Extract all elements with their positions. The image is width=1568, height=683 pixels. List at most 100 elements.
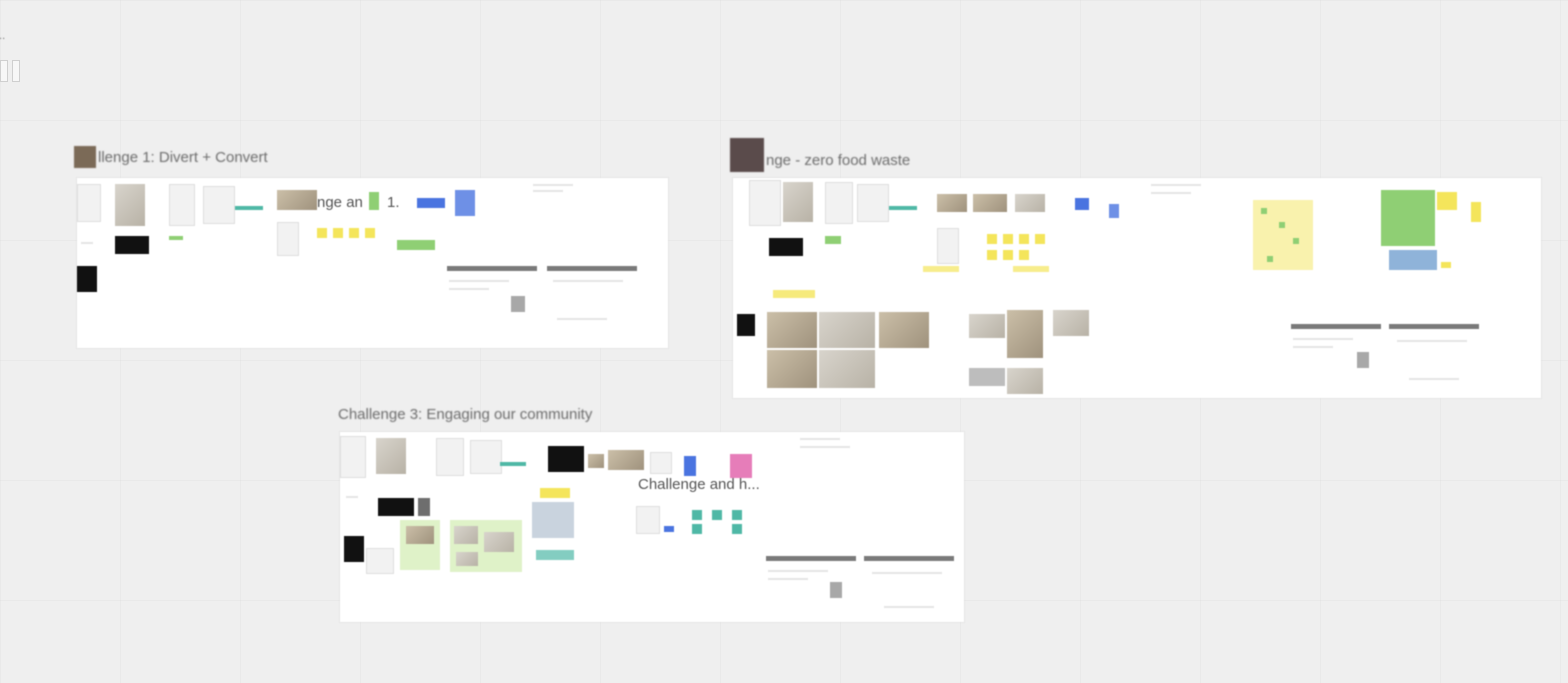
image-card[interactable] xyxy=(115,236,149,254)
note-card[interactable] xyxy=(1389,250,1437,270)
sticky-note[interactable] xyxy=(825,236,841,244)
sticky-note[interactable] xyxy=(1293,238,1299,244)
image-card[interactable] xyxy=(454,526,478,544)
sticky-note[interactable] xyxy=(987,250,997,260)
document-card[interactable] xyxy=(650,452,672,474)
image-card[interactable] xyxy=(344,536,364,562)
image-card[interactable] xyxy=(937,194,967,212)
document-card[interactable] xyxy=(169,184,195,226)
shape-group[interactable] xyxy=(730,454,752,478)
sticky-note[interactable] xyxy=(317,228,327,238)
frame-title-challenge-3[interactable]: Challenge 3: Engaging our community xyxy=(338,406,592,423)
image-card[interactable] xyxy=(783,182,813,222)
sticky-note[interactable] xyxy=(1261,208,1267,214)
frame-title-challenge-2[interactable]: nge - zero food waste xyxy=(730,138,910,172)
image-card[interactable] xyxy=(969,314,1005,338)
note-card[interactable] xyxy=(532,502,574,538)
sticky-note[interactable] xyxy=(365,228,375,238)
document-card[interactable] xyxy=(436,438,464,476)
shape-group[interactable] xyxy=(455,190,475,216)
shape-group[interactable] xyxy=(1109,204,1119,218)
sticky-note[interactable] xyxy=(1441,262,1451,268)
document-card[interactable] xyxy=(366,548,394,574)
document-card[interactable] xyxy=(340,436,366,478)
text-block xyxy=(533,190,563,192)
sticky-note[interactable] xyxy=(1267,256,1273,262)
sticky-note[interactable] xyxy=(1003,250,1013,260)
image-card[interactable] xyxy=(969,368,1005,386)
image-card[interactable] xyxy=(418,498,430,516)
image-card[interactable] xyxy=(115,184,145,226)
sticky-note[interactable] xyxy=(1019,250,1029,260)
sticky-note[interactable] xyxy=(349,228,359,238)
image-card[interactable] xyxy=(737,314,755,336)
image-card[interactable] xyxy=(406,526,434,544)
sticky-note[interactable] xyxy=(1013,266,1049,272)
shape-group[interactable] xyxy=(1075,198,1089,210)
image-card[interactable] xyxy=(1053,310,1089,336)
document-card[interactable] xyxy=(937,228,959,264)
document-card[interactable] xyxy=(749,180,781,226)
document-card[interactable] xyxy=(77,184,101,222)
image-card[interactable] xyxy=(1015,194,1045,212)
image-card[interactable] xyxy=(767,312,817,348)
image-card[interactable] xyxy=(1007,310,1043,358)
image-card[interactable] xyxy=(879,312,929,348)
image-card[interactable] xyxy=(456,552,478,566)
document-card[interactable] xyxy=(470,440,502,474)
sticky-note[interactable] xyxy=(773,290,815,298)
sticky-cluster[interactable] xyxy=(1381,190,1435,246)
sticky-note[interactable] xyxy=(333,228,343,238)
document-card[interactable] xyxy=(277,222,299,256)
text-block xyxy=(1397,340,1467,342)
sticky-note[interactable] xyxy=(1279,222,1285,228)
image-card[interactable] xyxy=(819,312,875,348)
sticky-note[interactable] xyxy=(1471,202,1481,222)
board-name[interactable]: ... xyxy=(0,30,5,42)
sticky-note[interactable] xyxy=(923,266,959,272)
toolbar-button[interactable] xyxy=(0,60,8,82)
note-card[interactable] xyxy=(536,550,574,560)
frame-challenge-3[interactable]: Challenge and h... xyxy=(340,432,964,622)
image-card[interactable] xyxy=(767,350,817,388)
image-card[interactable] xyxy=(77,266,97,292)
document-card[interactable] xyxy=(203,186,235,224)
toolbar-button[interactable] xyxy=(12,60,20,82)
sticky-note[interactable] xyxy=(540,488,570,498)
image-card[interactable] xyxy=(484,532,514,552)
sticky-note[interactable] xyxy=(1003,234,1013,244)
sticky-note[interactable] xyxy=(369,192,379,210)
image-card[interactable] xyxy=(548,446,584,472)
sticky-note[interactable] xyxy=(712,510,722,520)
image-card[interactable] xyxy=(608,450,644,470)
document-card[interactable] xyxy=(636,506,660,534)
sticky-note[interactable] xyxy=(1035,234,1045,244)
sticky-note[interactable] xyxy=(732,524,742,534)
highlight-bar xyxy=(235,206,263,210)
sticky-note[interactable] xyxy=(692,524,702,534)
document-card[interactable] xyxy=(857,184,889,222)
shape-group[interactable] xyxy=(664,526,674,532)
shape-group[interactable] xyxy=(684,456,696,476)
sticky-note[interactable] xyxy=(732,510,742,520)
sticky-note[interactable] xyxy=(1437,192,1457,210)
board-toolbar[interactable] xyxy=(0,60,20,82)
frame-title-challenge-1[interactable]: llenge 1: Divert + Convert xyxy=(74,146,268,168)
image-card[interactable] xyxy=(277,190,317,210)
sticky-note[interactable] xyxy=(987,234,997,244)
sticky-note[interactable] xyxy=(397,240,435,250)
frame-challenge-1[interactable]: nge an 1. xyxy=(77,178,668,348)
sticky-note[interactable] xyxy=(169,236,183,240)
shape-group[interactable] xyxy=(417,198,445,208)
image-card[interactable] xyxy=(819,350,875,388)
document-card[interactable] xyxy=(825,182,853,224)
image-card[interactable] xyxy=(588,454,604,468)
image-card[interactable] xyxy=(378,498,414,516)
sticky-note[interactable] xyxy=(1019,234,1029,244)
image-card[interactable] xyxy=(376,438,406,474)
image-card[interactable] xyxy=(1007,368,1043,394)
image-card[interactable] xyxy=(973,194,1007,212)
sticky-note[interactable] xyxy=(692,510,702,520)
frame-challenge-2[interactable] xyxy=(733,178,1541,398)
image-card[interactable] xyxy=(769,238,803,256)
